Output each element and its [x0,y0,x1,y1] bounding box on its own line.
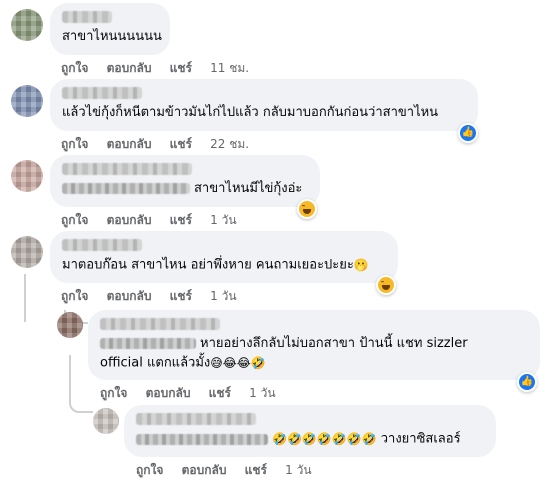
comment-bubble: สาขาไหนมีไข่กุ้งอ่ะ [50,155,320,207]
comment-bubble: หายอย่างลึกลับไม่บอกสาขา ป้านนี้ แชท siz… [88,310,540,380]
author-name-redacted[interactable] [100,318,220,330]
emoji: 🤣🤣🤣🤣🤣🤣🤣 [272,432,377,446]
like-button[interactable]: ถูกใจ [61,61,88,75]
avatar[interactable] [11,85,43,117]
comment-text: มาตอบก๊อน สาขาไหน อย่าพึ่งหาย คนถามเยอะป… [62,257,354,273]
comment-text-row: หายอย่างลึกลับไม่บอกสาขา ป้านนี้ แชท siz… [100,335,528,353]
timestamp[interactable]: 1 วัน [285,463,311,477]
timestamp[interactable]: 11 ชม. [210,61,249,75]
comment-actions: ถูกใจ ตอบกลับ แชร์ 1 วัน [100,384,276,403]
reaction-count[interactable]: 👍 [458,123,478,143]
reply-button[interactable]: ตอบกลับ [146,386,191,400]
like-button[interactable]: ถูกใจ [136,463,163,477]
comment-bubble: สาขาไหนนนนนน [50,3,170,55]
reply-button[interactable]: ตอบกลับ [107,137,152,151]
timestamp[interactable]: 1 วัน [210,213,236,227]
comment-text: สาขาไหนมีไข่กุ้งอ่ะ [194,181,303,196]
timestamp[interactable]: 1 วัน [249,386,275,400]
thread-line [24,274,26,322]
like-button[interactable]: ถูกใจ [61,213,88,227]
reaction-count[interactable]: 👍 [517,372,537,392]
comment-actions: ถูกใจ ตอบกลับ แชร์ 1 วัน [136,461,312,480]
share-button[interactable]: แชร์ [170,213,192,227]
share-button[interactable]: แชร์ [209,386,231,400]
comment-text-row: สาขาไหนมีไข่กุ้งอ่ะ [62,180,308,198]
comment-text: official แตกแล้วมั้ง [100,355,211,371]
thread-curve [69,395,93,413]
haha-icon [299,201,315,217]
comment-text-row: official แตกแล้วมั้ง😅😂😂🤣 [100,354,528,373]
comment-actions: ถูกใจ ตอบกลับ แชร์ 1 วัน [61,287,237,306]
author-name-redacted[interactable] [62,87,142,99]
like-icon: 👍 [519,374,535,390]
timestamp[interactable]: 1 วัน [210,289,236,303]
comment-actions: ถูกใจ ตอบกลับ แชร์ 11 ชม. [61,59,249,78]
avatar[interactable] [11,160,43,192]
avatar[interactable] [57,312,83,338]
haha-icon [378,277,394,293]
reply-button[interactable]: ตอบกลับ [107,61,152,75]
reply-button[interactable]: ตอบกลับ [182,463,227,477]
comment-actions: ถูกใจ ตอบกลับ แชร์ 1 วัน [61,211,237,230]
like-button[interactable]: ถูกใจ [61,289,88,303]
comment-text: หายอย่างลึกลับไม่บอกสาขา ป้านนี้ แชท siz… [200,336,468,351]
avatar[interactable] [93,408,119,434]
comment-text-row: มาตอบก๊อน สาขาไหน อย่าพึ่งหาย คนถามเยอะป… [62,256,386,275]
comment-bubble: มาตอบก๊อน สาขาไหน อย่าพึ่งหาย คนถามเยอะป… [50,231,398,283]
like-button[interactable]: ถูกใจ [61,137,88,151]
like-button[interactable]: ถูกใจ [100,386,127,400]
comment-text: สาขาไหนนนนนน [62,29,162,44]
comment-bubble: แล้วไข่กุ้งก็หนีตามข้าวมันไก่ไปแล้ว กลับ… [50,79,478,131]
share-button[interactable]: แชร์ [170,61,192,75]
share-button[interactable]: แชร์ [245,463,267,477]
reaction-count[interactable] [297,199,317,219]
emoji: 🫢 [353,258,369,272]
mention-redacted[interactable] [136,433,268,445]
comment-bubble: 🤣🤣🤣🤣🤣🤣🤣 วางยาซิสเลอร์ [124,405,496,457]
author-name-redacted[interactable] [62,239,142,251]
share-button[interactable]: แชร์ [170,289,192,303]
emoji: 😅😂😂🤣 [210,356,266,370]
comment-text-row: 🤣🤣🤣🤣🤣🤣🤣 วางยาซิสเลอร์ [136,430,484,449]
reply-button[interactable]: ตอบกลับ [107,289,152,303]
avatar[interactable] [11,236,43,268]
like-icon: 👍 [460,125,476,141]
author-name-redacted[interactable] [62,11,112,23]
comment-actions: ถูกใจ ตอบกลับ แชร์ 22 ชม. [61,135,249,154]
share-button[interactable]: แชร์ [170,137,192,151]
comment-text: แล้วไข่กุ้งก็หนีตามข้าวมันไก่ไปแล้ว กลับ… [62,105,439,120]
mention-redacted[interactable] [100,338,196,349]
author-name-redacted[interactable] [62,163,192,175]
mention-redacted[interactable] [62,183,190,194]
timestamp[interactable]: 22 ชม. [210,137,249,151]
avatar[interactable] [11,9,43,41]
reaction-count[interactable] [376,275,396,295]
comment-text: วางยาซิสเลอร์ [380,431,461,447]
author-name-redacted[interactable] [136,413,256,425]
reply-button[interactable]: ตอบกลับ [107,213,152,227]
